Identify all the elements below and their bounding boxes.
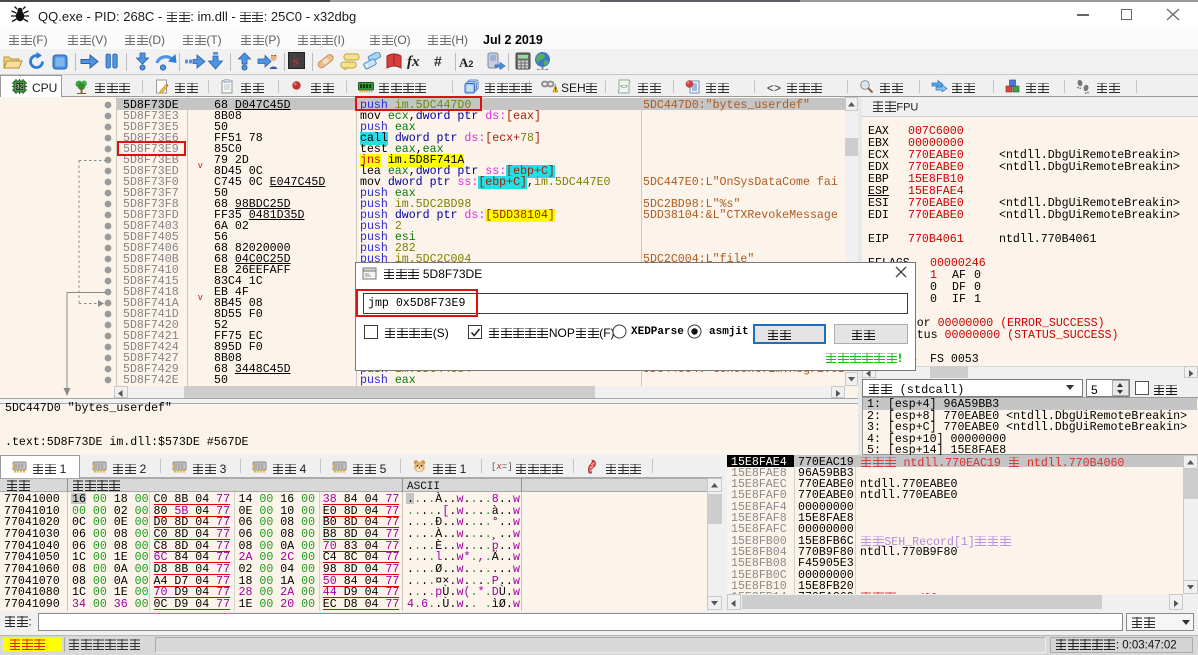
- svg-text:<>: <>: [767, 82, 781, 94]
- svg-text:<>: <>: [620, 84, 628, 91]
- svg-text:32: 32: [16, 85, 23, 91]
